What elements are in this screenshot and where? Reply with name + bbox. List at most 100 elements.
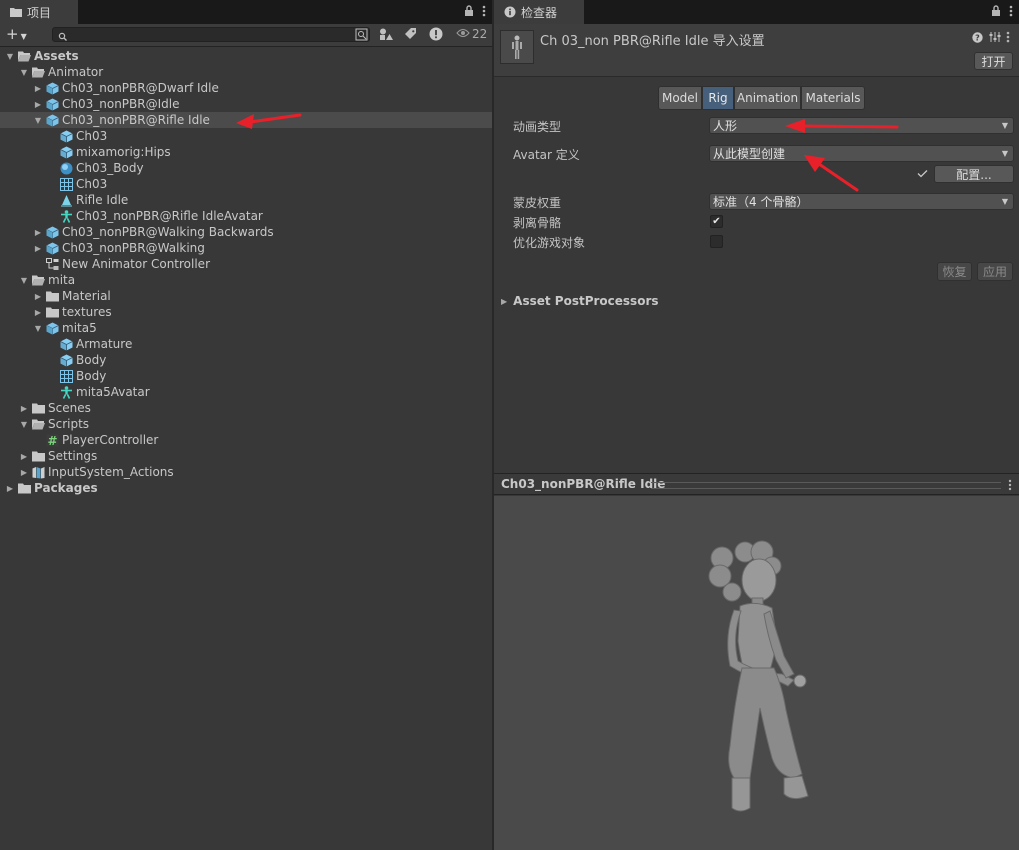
strip-bones-checkbox[interactable]: ✔ xyxy=(710,215,723,228)
tree-item[interactable]: ▶ Settings xyxy=(0,448,492,464)
tree-item-label: mita5 xyxy=(62,321,97,335)
tree-item[interactable]: ▼ mita5 xyxy=(0,320,492,336)
chevron-down-icon[interactable]: ▼ xyxy=(19,420,29,429)
chevron-down-icon[interactable]: ▼ xyxy=(19,276,29,285)
tab-rig[interactable]: Rig xyxy=(702,86,734,110)
open-button[interactable]: 打开 xyxy=(974,52,1013,70)
filter-by-label-icon[interactable] xyxy=(404,28,417,44)
tree-item[interactable]: # PlayerController xyxy=(0,432,492,448)
tree-item[interactable]: ▼ Scripts xyxy=(0,416,492,432)
tree-item[interactable]: ▶ Packages xyxy=(0,480,492,496)
revert-button[interactable]: 恢复 xyxy=(937,262,972,281)
tree-item-label: Settings xyxy=(48,449,98,463)
folder-open-icon xyxy=(32,66,45,79)
tree-item-label: mita xyxy=(48,273,76,287)
tree-item-label: textures xyxy=(62,305,112,319)
tree-item[interactable]: Ch03_Body xyxy=(0,160,492,176)
tree-item[interactable]: ▶ textures xyxy=(0,304,492,320)
character-model-preview xyxy=(708,540,809,812)
tree-item[interactable]: Ch03 xyxy=(0,128,492,144)
chevron-right-icon[interactable]: ▶ xyxy=(33,100,43,109)
avatar-definition-label: Avatar 定义 xyxy=(513,148,580,162)
chevron-right-icon[interactable]: ▶ xyxy=(33,308,43,317)
chevron-down-icon[interactable]: ▼ xyxy=(33,324,43,333)
tab-model[interactable]: Model xyxy=(658,86,702,110)
tree-item[interactable]: ▶ Scenes xyxy=(0,400,492,416)
folder-icon xyxy=(32,402,45,415)
tree-item-label: Ch03_nonPBR@Dwarf Idle xyxy=(62,81,219,95)
tab-animation[interactable]: Animation xyxy=(734,86,801,110)
asset-postprocessors-foldout[interactable]: ▶ Asset PostProcessors xyxy=(501,294,659,308)
add-button[interactable]: + ▼ xyxy=(6,26,27,45)
chevron-down-icon[interactable]: ▼ xyxy=(19,68,29,77)
model-prefab-icon xyxy=(46,114,59,127)
tree-item-label: Ch03_Body xyxy=(76,161,144,175)
chevron-right-icon[interactable]: ▶ xyxy=(33,228,43,237)
configure-button[interactable]: 配置... xyxy=(934,165,1014,183)
chevron-right-icon[interactable]: ▶ xyxy=(33,84,43,93)
tree-item[interactable]: mixamorig:Hips xyxy=(0,144,492,160)
tab-materials[interactable]: Materials xyxy=(801,86,865,110)
tree-item[interactable]: Armature xyxy=(0,336,492,352)
lock-icon[interactable] xyxy=(991,5,1001,19)
kebab-menu-icon[interactable] xyxy=(1006,31,1010,46)
tree-item[interactable]: New Animator Controller xyxy=(0,256,492,272)
preview-title: Ch03_nonPBR@Rifle Idle xyxy=(501,477,670,491)
tree-item[interactable]: ▼ Animator xyxy=(0,64,492,80)
tree-item[interactable]: ▼ Assets xyxy=(0,48,492,64)
tree-item[interactable]: ▶ Material xyxy=(0,288,492,304)
tab-inspector[interactable]: 检查器 xyxy=(494,0,584,24)
cube-icon xyxy=(60,354,73,367)
tree-item[interactable]: Body xyxy=(0,368,492,384)
tree-item[interactable]: Rifle Idle xyxy=(0,192,492,208)
search-icon xyxy=(58,30,67,44)
chevron-right-icon[interactable]: ▶ xyxy=(5,484,15,493)
avatar-icon xyxy=(60,209,73,223)
chevron-right-icon: ▶ xyxy=(501,296,508,306)
kebab-menu-icon[interactable] xyxy=(1009,5,1013,20)
inspector-panel: 检查器 Ch 03_non PBR@Rifle Idle 导入设置 ? 打开 M… xyxy=(494,0,1019,850)
search-input[interactable] xyxy=(52,27,370,42)
tree-item[interactable]: Ch03_nonPBR@Rifle IdleAvatar xyxy=(0,208,492,224)
tree-item-label: Assets xyxy=(34,49,79,63)
chevron-right-icon[interactable]: ▶ xyxy=(33,244,43,253)
optimize-game-objects-checkbox[interactable] xyxy=(710,235,723,248)
preset-icon[interactable] xyxy=(989,31,1001,46)
chevron-down-icon[interactable]: ▼ xyxy=(33,116,43,125)
chevron-right-icon[interactable]: ▶ xyxy=(19,468,29,477)
sphere-material-icon xyxy=(60,162,73,175)
kebab-menu-icon[interactable] xyxy=(1008,479,1012,494)
help-icon[interactable]: ? xyxy=(972,32,983,46)
tree-item[interactable]: ▶ Ch03_nonPBR@Walking xyxy=(0,240,492,256)
filter-by-type-icon[interactable] xyxy=(379,28,393,44)
tree-item-label: Ch03_nonPBR@Walking xyxy=(62,241,205,255)
chevron-right-icon[interactable]: ▶ xyxy=(19,452,29,461)
warning-filter-icon[interactable] xyxy=(429,27,443,44)
visibility-toggle[interactable]: 22 xyxy=(456,27,487,41)
tree-item[interactable]: Body xyxy=(0,352,492,368)
kebab-menu-icon[interactable] xyxy=(482,5,486,20)
chevron-down-icon: ▼ xyxy=(1001,121,1008,130)
tab-project[interactable]: 项目 xyxy=(0,0,78,24)
tree-item-label: New Animator Controller xyxy=(62,257,211,271)
search-by-type-icon[interactable] xyxy=(355,28,368,44)
tree-item[interactable]: Ch03 xyxy=(0,176,492,192)
tree-item[interactable]: ▶ Ch03_nonPBR@Dwarf Idle xyxy=(0,80,492,96)
skin-weights-dropdown[interactable]: 标准（4 个骨骼） ▼ xyxy=(709,193,1014,210)
chevron-down-icon[interactable]: ▼ xyxy=(5,52,15,61)
chevron-right-icon[interactable]: ▶ xyxy=(19,404,29,413)
tree-item[interactable]: ▶ InputSystem_Actions xyxy=(0,464,492,480)
input-actions-icon xyxy=(32,466,45,479)
tree-item[interactable]: ▶ Ch03_nonPBR@Walking Backwards xyxy=(0,224,492,240)
tree-item-label: Ch03_nonPBR@Rifle Idle xyxy=(62,113,210,127)
tree-item[interactable]: mita5Avatar xyxy=(0,384,492,400)
apply-button[interactable]: 应用 xyxy=(977,262,1013,281)
preview-drag-handle[interactable] xyxy=(651,482,1001,489)
tree-item-label: Body xyxy=(76,353,107,367)
model-preview-viewport[interactable] xyxy=(494,496,1019,850)
lock-icon[interactable] xyxy=(464,5,474,19)
chevron-down-icon: ▼ xyxy=(1001,149,1008,158)
mesh-grid-icon xyxy=(60,369,73,383)
tree-item[interactable]: ▼ mita xyxy=(0,272,492,288)
chevron-right-icon[interactable]: ▶ xyxy=(33,292,43,301)
